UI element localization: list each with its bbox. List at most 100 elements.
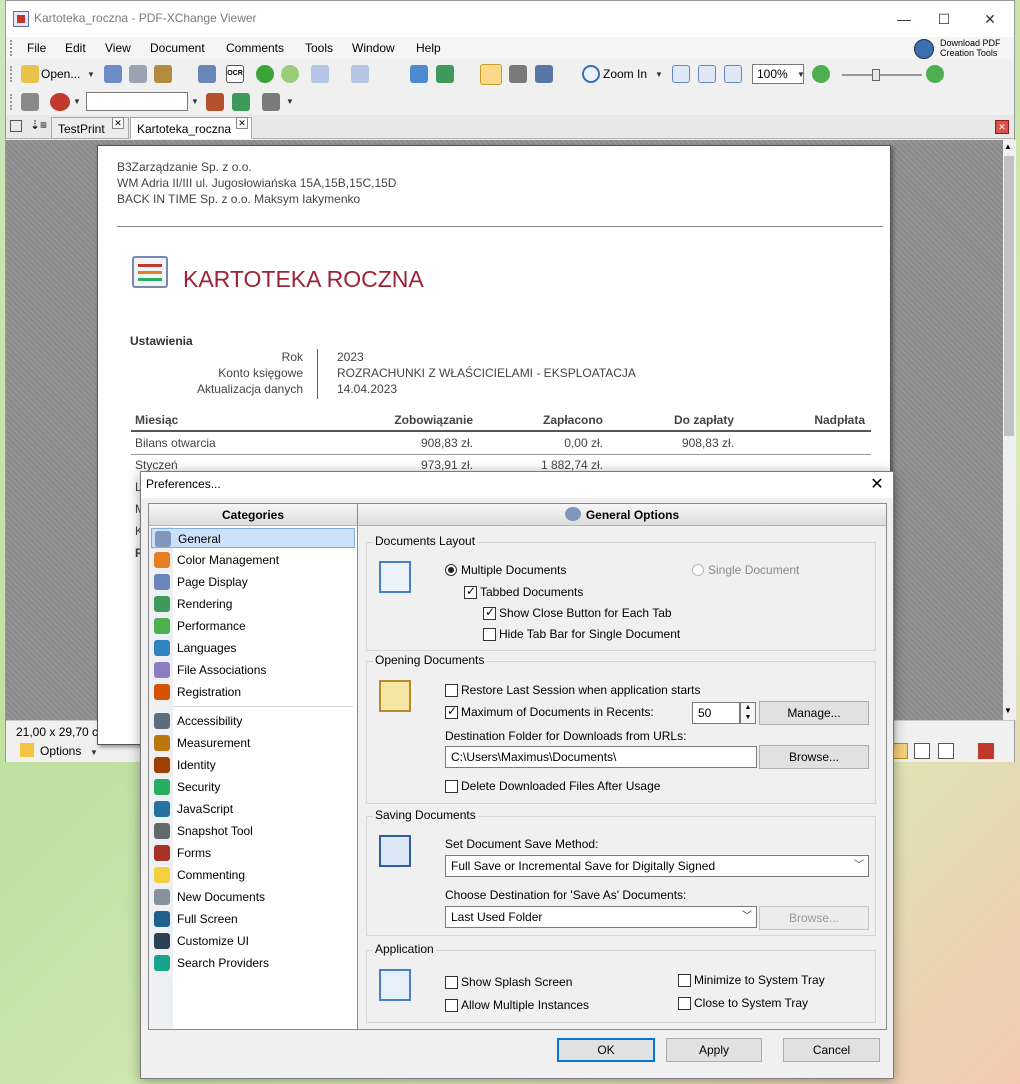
search-web-icon[interactable] bbox=[50, 93, 70, 111]
category-page-display[interactable]: Page Display bbox=[151, 572, 355, 592]
category-general[interactable]: General bbox=[151, 528, 355, 548]
save-as-dest-select[interactable]: Last Used Folder ﹀ bbox=[445, 906, 757, 928]
rotate-icon[interactable] bbox=[410, 65, 428, 83]
scroll-up-icon[interactable]: ▲ bbox=[1004, 142, 1012, 151]
save-icon[interactable] bbox=[104, 65, 122, 83]
dialog-close-button[interactable]: ✕ bbox=[863, 473, 891, 497]
back-icon[interactable] bbox=[256, 65, 274, 83]
zoom-in-button[interactable]: Zoom In bbox=[603, 67, 647, 81]
hide-tab-bar-label[interactable]: Hide Tab Bar for Single Document bbox=[499, 627, 680, 641]
maximize-button[interactable]: ☐ bbox=[922, 7, 966, 31]
search-web-dropdown-icon[interactable]: ▼ bbox=[73, 97, 81, 106]
undo-icon[interactable] bbox=[311, 65, 329, 83]
delete-downloaded-checkbox[interactable] bbox=[445, 780, 458, 793]
category-color-management[interactable]: Color Management bbox=[151, 550, 355, 570]
toolbar-grip[interactable] bbox=[10, 66, 14, 82]
zoom-in-icon[interactable] bbox=[582, 65, 600, 83]
single-page-icon[interactable] bbox=[892, 743, 908, 759]
toolbar-grip[interactable] bbox=[10, 40, 14, 56]
close-tray-label[interactable]: Close to System Tray bbox=[694, 996, 808, 1010]
ok-button[interactable]: OK bbox=[557, 1038, 655, 1062]
restore-session-checkbox[interactable] bbox=[445, 684, 458, 697]
browse-download-button[interactable]: Browse... bbox=[759, 745, 869, 769]
single-document-radio[interactable] bbox=[692, 564, 704, 576]
zoom-level-dropdown-icon[interactable]: ▼ bbox=[797, 70, 805, 79]
save-method-select[interactable]: Full Save or Incremental Save for Digita… bbox=[445, 855, 869, 877]
show-close-button-checkbox[interactable] bbox=[483, 605, 496, 620]
scroll-down-icon[interactable]: ▼ bbox=[1004, 706, 1012, 715]
category-search-providers[interactable]: Search Providers bbox=[151, 953, 355, 973]
category-file-associations[interactable]: File Associations bbox=[151, 660, 355, 680]
download-folder-input[interactable]: C:\Users\Maximus\Documents\ bbox=[445, 746, 757, 768]
scan-icon[interactable] bbox=[198, 65, 216, 83]
apply-button[interactable]: Apply bbox=[666, 1038, 762, 1062]
find-dropdown-icon[interactable]: ▼ bbox=[191, 97, 199, 106]
category-forms[interactable]: Forms bbox=[151, 843, 355, 863]
hand-tool-icon[interactable] bbox=[480, 64, 502, 85]
single-document-label[interactable]: Single Document bbox=[708, 563, 799, 577]
category-new-documents[interactable]: New Documents bbox=[151, 887, 355, 907]
max-recents-checkbox[interactable] bbox=[445, 704, 458, 719]
tab-grid-icon[interactable] bbox=[10, 120, 22, 132]
splash-screen-label[interactable]: Show Splash Screen bbox=[461, 975, 572, 989]
menu-comments[interactable]: Comments bbox=[226, 41, 284, 55]
zoom-in-dropdown-icon[interactable]: ▼ bbox=[655, 70, 663, 79]
tab-sort-icon[interactable]: ⇣≡ bbox=[30, 118, 47, 132]
category-languages[interactable]: Languages bbox=[151, 638, 355, 658]
category-full-screen[interactable]: Full Screen bbox=[151, 909, 355, 929]
multiple-documents-radio[interactable] bbox=[445, 564, 457, 576]
category-accessibility[interactable]: Accessibility bbox=[151, 711, 355, 731]
delete-downloaded-label[interactable]: Delete Downloaded Files After Usage bbox=[461, 779, 660, 793]
options-button[interactable]: Options bbox=[40, 744, 81, 758]
cancel-button[interactable]: Cancel bbox=[783, 1038, 880, 1062]
vertical-scrollbar[interactable]: ▲ ▼ bbox=[1003, 140, 1016, 720]
snapshot-icon[interactable] bbox=[509, 65, 527, 83]
actual-size-icon[interactable] bbox=[672, 65, 690, 83]
continuous-icon[interactable] bbox=[938, 743, 954, 759]
category-rendering[interactable]: Rendering bbox=[151, 594, 355, 614]
zoom-slider-thumb[interactable] bbox=[872, 69, 880, 81]
max-recents-spinner[interactable]: ▲ ▼ bbox=[740, 702, 756, 724]
category-performance[interactable]: Performance bbox=[151, 616, 355, 636]
highlight-dropdown-icon[interactable]: ▼ bbox=[286, 97, 294, 106]
menu-tools[interactable]: Tools bbox=[305, 41, 333, 55]
category-snapshot-tool[interactable]: Snapshot Tool bbox=[151, 821, 355, 841]
browse-save-as-button[interactable]: Browse... bbox=[759, 906, 869, 930]
menu-view[interactable]: View bbox=[105, 41, 131, 55]
category-identity[interactable]: Identity bbox=[151, 755, 355, 775]
hide-tab-bar-checkbox[interactable] bbox=[483, 628, 496, 641]
close-all-tabs-icon[interactable]: ✕ bbox=[995, 120, 1009, 134]
download-tools-button[interactable]: Download PDF Creation Tools bbox=[910, 37, 1010, 59]
options-dropdown-icon[interactable]: ▼ bbox=[90, 748, 98, 757]
zoom-plus-icon[interactable] bbox=[926, 65, 944, 83]
redo-icon[interactable] bbox=[351, 65, 369, 83]
menu-edit[interactable]: Edit bbox=[65, 41, 86, 55]
ocr-icon[interactable]: OCR bbox=[226, 65, 244, 83]
menu-document[interactable]: Document bbox=[150, 41, 205, 55]
minimize-tray-checkbox[interactable] bbox=[678, 974, 691, 987]
menu-window[interactable]: Window bbox=[352, 41, 395, 55]
acrobat-icon[interactable] bbox=[978, 743, 994, 759]
manage-button[interactable]: Manage... bbox=[759, 701, 869, 725]
tab-close-icon[interactable]: ✕ bbox=[112, 117, 124, 129]
category-security[interactable]: Security bbox=[151, 777, 355, 797]
category-javascript[interactable]: JavaScript bbox=[151, 799, 355, 819]
menu-file[interactable]: File bbox=[27, 41, 46, 55]
export-icon[interactable] bbox=[436, 65, 454, 83]
highlight-icon[interactable] bbox=[262, 93, 280, 111]
tab-close-icon[interactable]: ✕ bbox=[236, 117, 248, 129]
print-icon[interactable] bbox=[129, 65, 147, 83]
email-icon[interactable] bbox=[154, 65, 172, 83]
category-registration[interactable]: Registration bbox=[151, 682, 355, 702]
open-button[interactable]: Open... bbox=[41, 67, 80, 81]
toolbar-grip[interactable] bbox=[10, 94, 14, 110]
menu-help[interactable]: Help bbox=[416, 41, 441, 55]
category-commenting[interactable]: Commenting bbox=[151, 865, 355, 885]
two-pages-icon[interactable] bbox=[914, 743, 930, 759]
fit-width-icon[interactable] bbox=[724, 65, 742, 83]
tabbed-documents-checkbox[interactable] bbox=[464, 584, 477, 599]
minimize-tray-label[interactable]: Minimize to System Tray bbox=[694, 973, 825, 987]
find-next-icon[interactable] bbox=[232, 93, 250, 111]
splash-screen-checkbox[interactable] bbox=[445, 976, 458, 989]
max-recents-input[interactable]: 50 bbox=[692, 702, 740, 724]
